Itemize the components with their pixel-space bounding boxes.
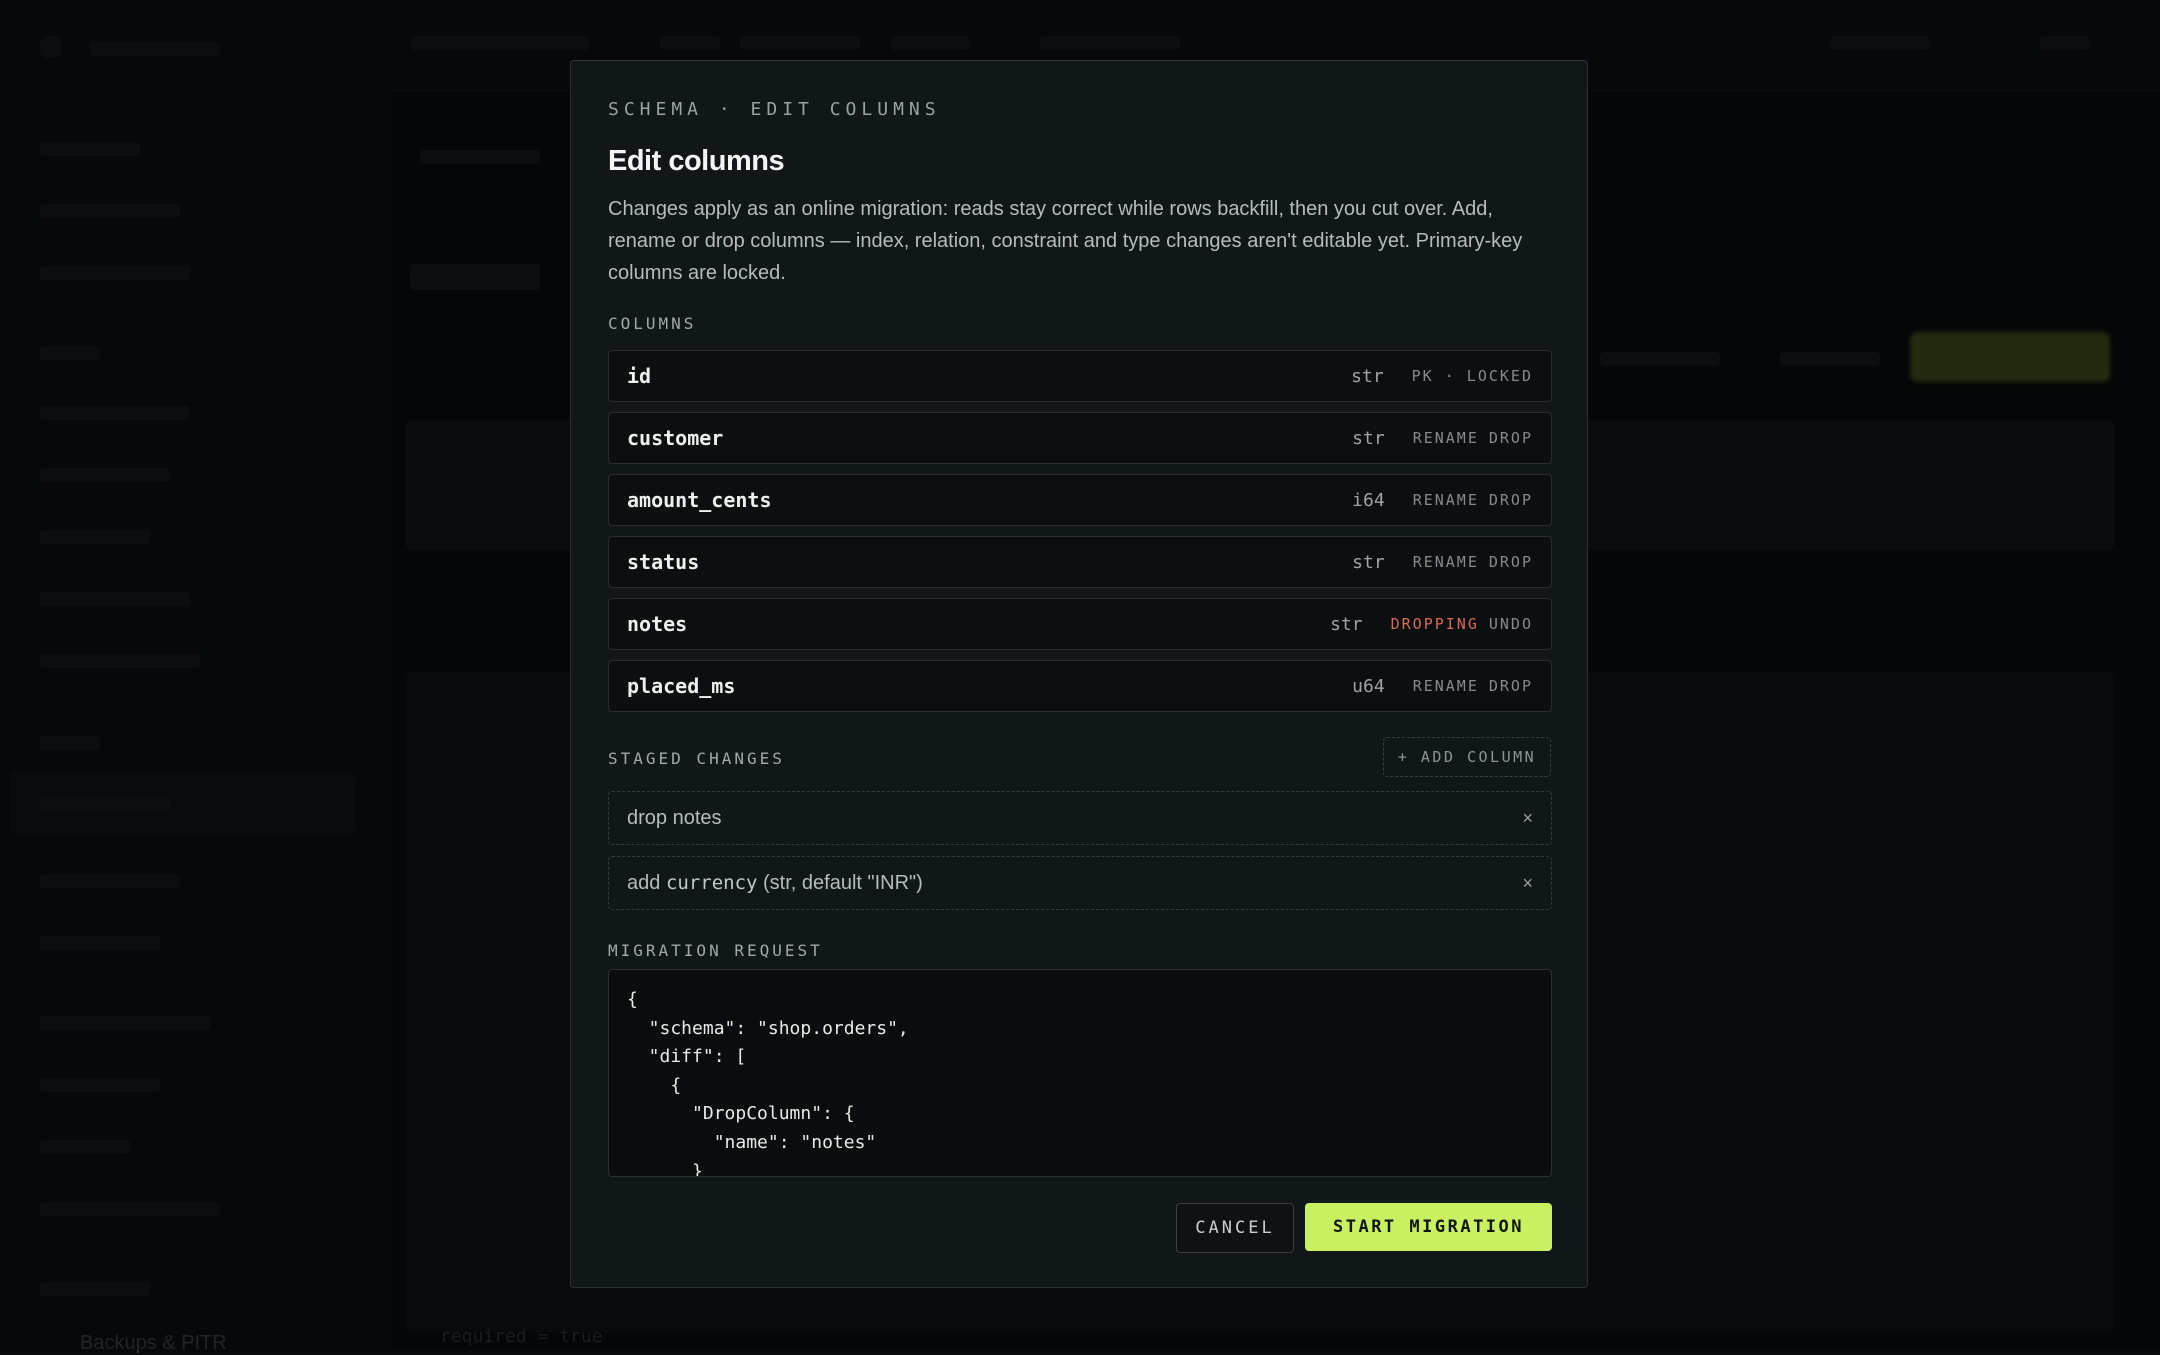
staged-change-add-currency: add currency (str, default "INR") × (608, 856, 1552, 910)
column-name: id (627, 364, 652, 388)
staged-change-column-name: currency (665, 871, 758, 894)
column-type: i64 (1352, 489, 1385, 511)
code-line: "DropColumn": { (627, 1103, 855, 1125)
column-row-status: status str RENAME DROP (608, 536, 1552, 588)
rename-button[interactable]: RENAME (1413, 491, 1479, 509)
drop-button[interactable]: DROP (1489, 491, 1533, 509)
rename-button[interactable]: RENAME (1413, 677, 1479, 695)
columns-label: COLUMNS (608, 314, 697, 333)
code-line: { (627, 1074, 682, 1096)
column-name: customer (627, 426, 724, 450)
column-type: str (1330, 613, 1363, 635)
add-column-button[interactable]: + ADD COLUMN (1383, 737, 1551, 777)
code-line: { (627, 989, 638, 1010)
dropping-status-badge: DROPPING (1390, 615, 1479, 633)
staged-changes-label: STAGED CHANGES (608, 749, 785, 768)
rename-button[interactable]: RENAME (1413, 429, 1479, 447)
rename-button[interactable]: RENAME (1413, 553, 1479, 571)
code-line: "schema": "shop.orders", (627, 1017, 909, 1039)
modal-eyebrow: SCHEMA · EDIT COLUMNS (608, 99, 941, 120)
migration-request-code[interactable]: { "schema": "shop.orders", "diff": [ { "… (608, 969, 1552, 1177)
staged-change-prefix: add (627, 871, 666, 894)
column-type: str (1351, 365, 1384, 387)
staged-change-text: add currency (str, default "INR") (627, 872, 1522, 895)
staged-change-text: drop notes (627, 807, 1522, 830)
column-name: amount_cents (627, 488, 772, 512)
migration-request-label: MIGRATION REQUEST (608, 941, 823, 960)
column-row-customer: customer str RENAME DROP (608, 412, 1552, 464)
modal-description: Changes apply as an online migration: re… (608, 198, 1523, 284)
column-type: u64 (1352, 675, 1385, 697)
primary-key-locked-badge: PK · LOCKED (1411, 367, 1533, 385)
column-row-notes: notes str DROPPING UNDO (608, 598, 1552, 650)
code-line: "name": "notes" (627, 1131, 877, 1153)
staged-change-prefix: drop notes (627, 806, 722, 829)
drop-button[interactable]: DROP (1489, 553, 1533, 571)
staged-change-suffix: (str, default "INR") (757, 871, 923, 894)
column-row-id: id str PK · LOCKED (608, 350, 1552, 402)
cancel-button[interactable]: CANCEL (1176, 1203, 1294, 1253)
drop-button[interactable]: DROP (1489, 429, 1533, 447)
column-type: str (1352, 551, 1385, 573)
column-type: str (1352, 427, 1385, 449)
edit-columns-modal: SCHEMA · EDIT COLUMNS Edit columns Chang… (570, 60, 1588, 1288)
drop-button[interactable]: DROP (1489, 677, 1533, 695)
remove-staged-change-button[interactable]: × (1522, 808, 1533, 829)
column-name: placed_ms (627, 674, 736, 698)
column-row-placed-ms: placed_ms u64 RENAME DROP (608, 660, 1552, 712)
code-line: "diff": [ (627, 1046, 747, 1068)
column-name: notes (627, 612, 688, 636)
remove-staged-change-button[interactable]: × (1522, 873, 1533, 894)
column-row-amount-cents: amount_cents i64 RENAME DROP (608, 474, 1552, 526)
column-name: status (627, 550, 700, 574)
modal-title: Edit columns (608, 145, 785, 177)
start-migration-button[interactable]: START MIGRATION (1305, 1203, 1552, 1251)
staged-change-drop-notes: drop notes × (608, 791, 1552, 845)
undo-button[interactable]: UNDO (1489, 615, 1533, 633)
code-line: } (627, 1160, 703, 1177)
